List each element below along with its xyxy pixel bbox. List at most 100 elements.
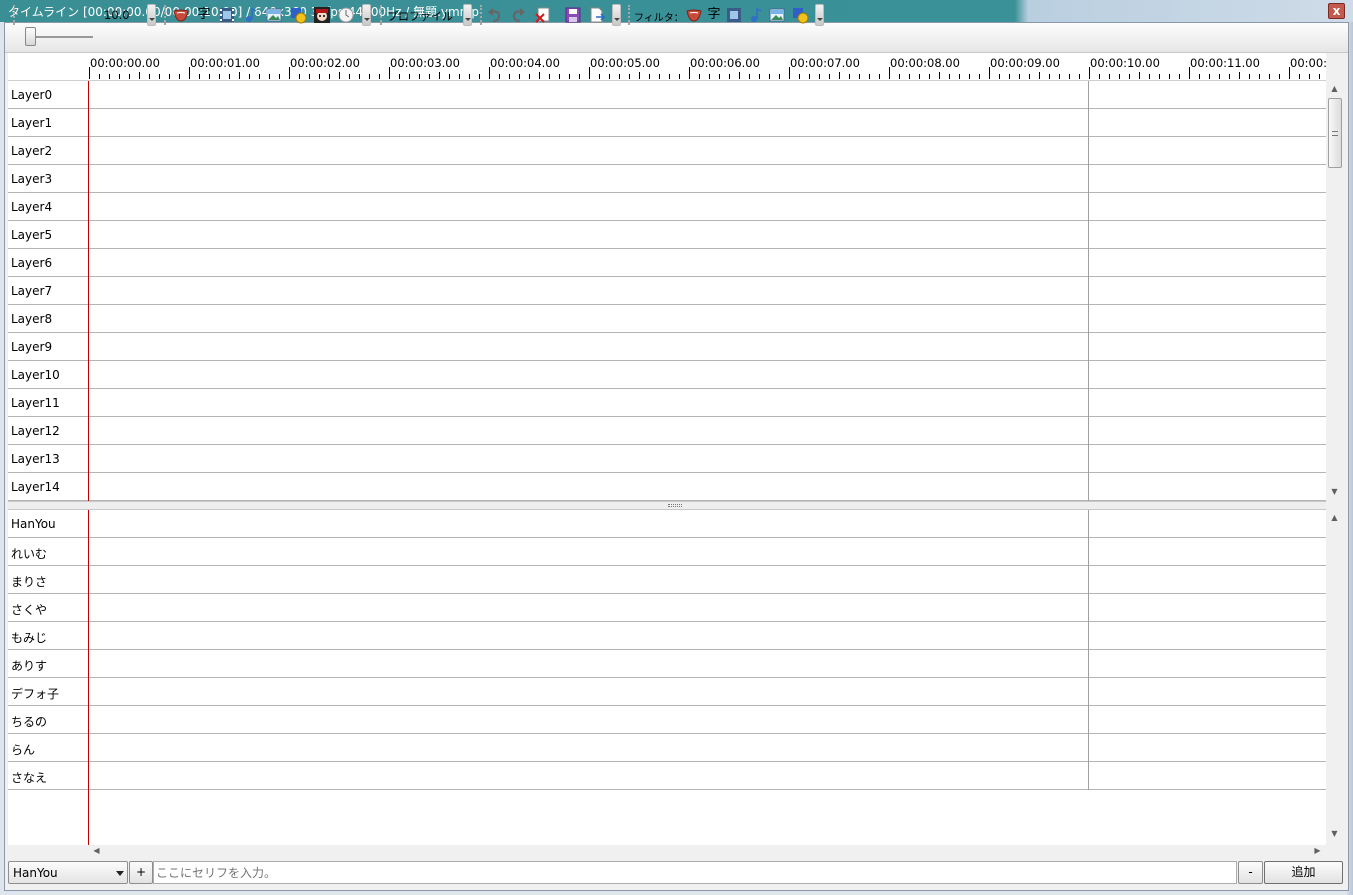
ruler-minor-tick xyxy=(849,74,850,79)
character-row[interactable]: ありす xyxy=(8,650,1326,678)
layer-row[interactable]: Layer5 xyxy=(8,221,1326,249)
ruler-minor-tick xyxy=(299,74,300,79)
time-ruler[interactable]: 00:00:00.00 00:00:01.00 00:00:02.00 00:00:0… xyxy=(88,53,1326,81)
horizontal-scrollbar[interactable] xyxy=(8,845,1326,858)
scroll-down-arrow[interactable]: ▼ xyxy=(1326,487,1343,496)
layer-row[interactable]: Layer3 xyxy=(8,165,1326,193)
layer-label: Layer6 xyxy=(11,256,53,270)
playhead[interactable] xyxy=(88,510,89,845)
ruler-minor-tick xyxy=(519,74,520,79)
video-icon[interactable] xyxy=(218,6,236,24)
toolbar-grip[interactable] xyxy=(380,5,383,25)
layer-row[interactable]: Layer14 xyxy=(8,473,1326,501)
redo-icon[interactable] xyxy=(509,6,527,24)
zoom-slider-track[interactable] xyxy=(27,36,93,38)
clock-icon[interactable] xyxy=(337,6,355,24)
layer-row[interactable]: Layer11 xyxy=(8,389,1326,417)
ruler-minor-tick xyxy=(759,74,760,79)
scroll-down-arrow[interactable]: ▼ xyxy=(1326,829,1343,838)
add-button[interactable]: 追加 xyxy=(1264,861,1343,884)
layer-row[interactable]: Layer7 xyxy=(8,277,1326,305)
layer-track-area[interactable]: Layer0 Layer1 Layer2 Layer3 Layer4 Layer5 Laye… xyxy=(8,81,1326,501)
remove-button[interactable]: - xyxy=(1238,861,1263,884)
dialogue-input[interactable] xyxy=(153,861,1237,884)
ruler-minor-tick xyxy=(869,74,870,79)
layer-row[interactable]: Layer12 xyxy=(8,417,1326,445)
character-row[interactable]: まりさ xyxy=(8,566,1326,594)
character-vertical-scrollbar[interactable] xyxy=(1326,510,1344,845)
shape-icon[interactable] xyxy=(289,6,307,24)
save-icon[interactable] xyxy=(564,6,582,24)
ruler-minor-tick xyxy=(419,74,420,79)
ruler-minor-tick xyxy=(659,74,660,79)
scroll-left-arrow[interactable]: ◀ xyxy=(88,846,105,855)
layer-row[interactable]: Layer0 xyxy=(8,81,1326,109)
toolbar-grip[interactable] xyxy=(628,5,631,25)
character-row[interactable]: もみじ xyxy=(8,622,1326,650)
ruler-minor-tick xyxy=(619,74,620,79)
scroll-up-arrow[interactable]: ▲ xyxy=(1326,513,1343,522)
add-item-dropdown[interactable] xyxy=(362,4,371,26)
close-button[interactable]: x xyxy=(1328,3,1345,19)
save-dropdown[interactable] xyxy=(612,4,621,26)
filter-voice-icon[interactable] xyxy=(685,6,703,24)
ruler-minor-tick xyxy=(479,74,480,79)
filter-audio-icon[interactable] xyxy=(747,6,765,24)
profile-button[interactable]: プロファイル xyxy=(387,8,453,24)
layer-scroll-thumb[interactable] xyxy=(1328,98,1342,168)
ruler-minor-tick xyxy=(199,74,200,79)
filter-shape-icon[interactable] xyxy=(791,6,809,24)
ruler-minor-tick xyxy=(1229,74,1230,79)
ruler-minor-tick xyxy=(239,72,240,79)
ruler-minor-tick xyxy=(839,72,840,79)
ruler-minor-tick xyxy=(339,72,340,79)
layer-row[interactable]: Layer6 xyxy=(8,249,1326,277)
filter-text-icon[interactable]: 字 xyxy=(705,6,723,24)
zoom-dropdown[interactable] xyxy=(147,4,156,26)
layer-row[interactable]: Layer8 xyxy=(8,305,1326,333)
filter-dropdown[interactable] xyxy=(815,4,824,26)
ruler-minor-tick xyxy=(1129,74,1130,79)
layer-row[interactable]: Layer9 xyxy=(8,333,1326,361)
export-icon[interactable] xyxy=(588,6,606,24)
image-icon[interactable] xyxy=(265,6,283,24)
ruler-minor-tick xyxy=(1009,74,1010,79)
audio-icon[interactable] xyxy=(242,6,260,24)
character-row[interactable]: HanYou xyxy=(8,510,1326,538)
playhead[interactable] xyxy=(88,81,89,501)
delete-icon[interactable] xyxy=(534,6,552,24)
scroll-right-arrow[interactable]: ▶ xyxy=(1309,846,1326,855)
character-row[interactable]: ちるの xyxy=(8,706,1326,734)
undo-icon[interactable] xyxy=(486,6,504,24)
scroll-up-arrow[interactable]: ▲ xyxy=(1326,84,1343,93)
character-select[interactable]: HanYou xyxy=(8,861,128,884)
add-character-button[interactable]: + xyxy=(129,861,153,884)
pane-splitter[interactable] xyxy=(8,501,1326,510)
character-row[interactable]: らん xyxy=(8,734,1326,762)
character-row[interactable]: さなえ xyxy=(8,762,1326,790)
ruler-minor-tick xyxy=(679,74,680,79)
text-icon[interactable]: 字 xyxy=(195,6,213,24)
profile-dropdown[interactable] xyxy=(463,4,472,26)
ruler-time-label: 00:00:03.00 xyxy=(390,56,460,70)
toolbar-grip[interactable] xyxy=(13,5,16,25)
ruler-major-tick xyxy=(489,67,490,79)
layer-row[interactable]: Layer13 xyxy=(8,445,1326,473)
filter-image-icon[interactable] xyxy=(768,6,786,24)
character-row[interactable]: れいむ xyxy=(8,538,1326,566)
character-track-area[interactable]: HanYou れいむ まりさ さくや もみじ ありす デフォ子 ちるの らん さなえ xyxy=(8,510,1326,845)
character-icon[interactable] xyxy=(313,6,331,24)
toolbar-grip[interactable] xyxy=(480,5,483,25)
layer-row[interactable]: Layer1 xyxy=(8,109,1326,137)
filter-video-icon[interactable] xyxy=(725,6,743,24)
layer-row[interactable]: Layer4 xyxy=(8,193,1326,221)
ruler-time-label: 00:00:10.00 xyxy=(1090,56,1160,70)
toolbar-grip[interactable] xyxy=(164,5,167,25)
layer-row[interactable]: Layer2 xyxy=(8,137,1326,165)
ruler-minor-tick xyxy=(139,72,140,79)
zoom-slider-thumb[interactable] xyxy=(25,27,36,46)
character-row[interactable]: さくや xyxy=(8,594,1326,622)
character-row[interactable]: デフォ子 xyxy=(8,678,1326,706)
layer-row[interactable]: Layer10 xyxy=(8,361,1326,389)
voice-icon[interactable] xyxy=(172,6,190,24)
